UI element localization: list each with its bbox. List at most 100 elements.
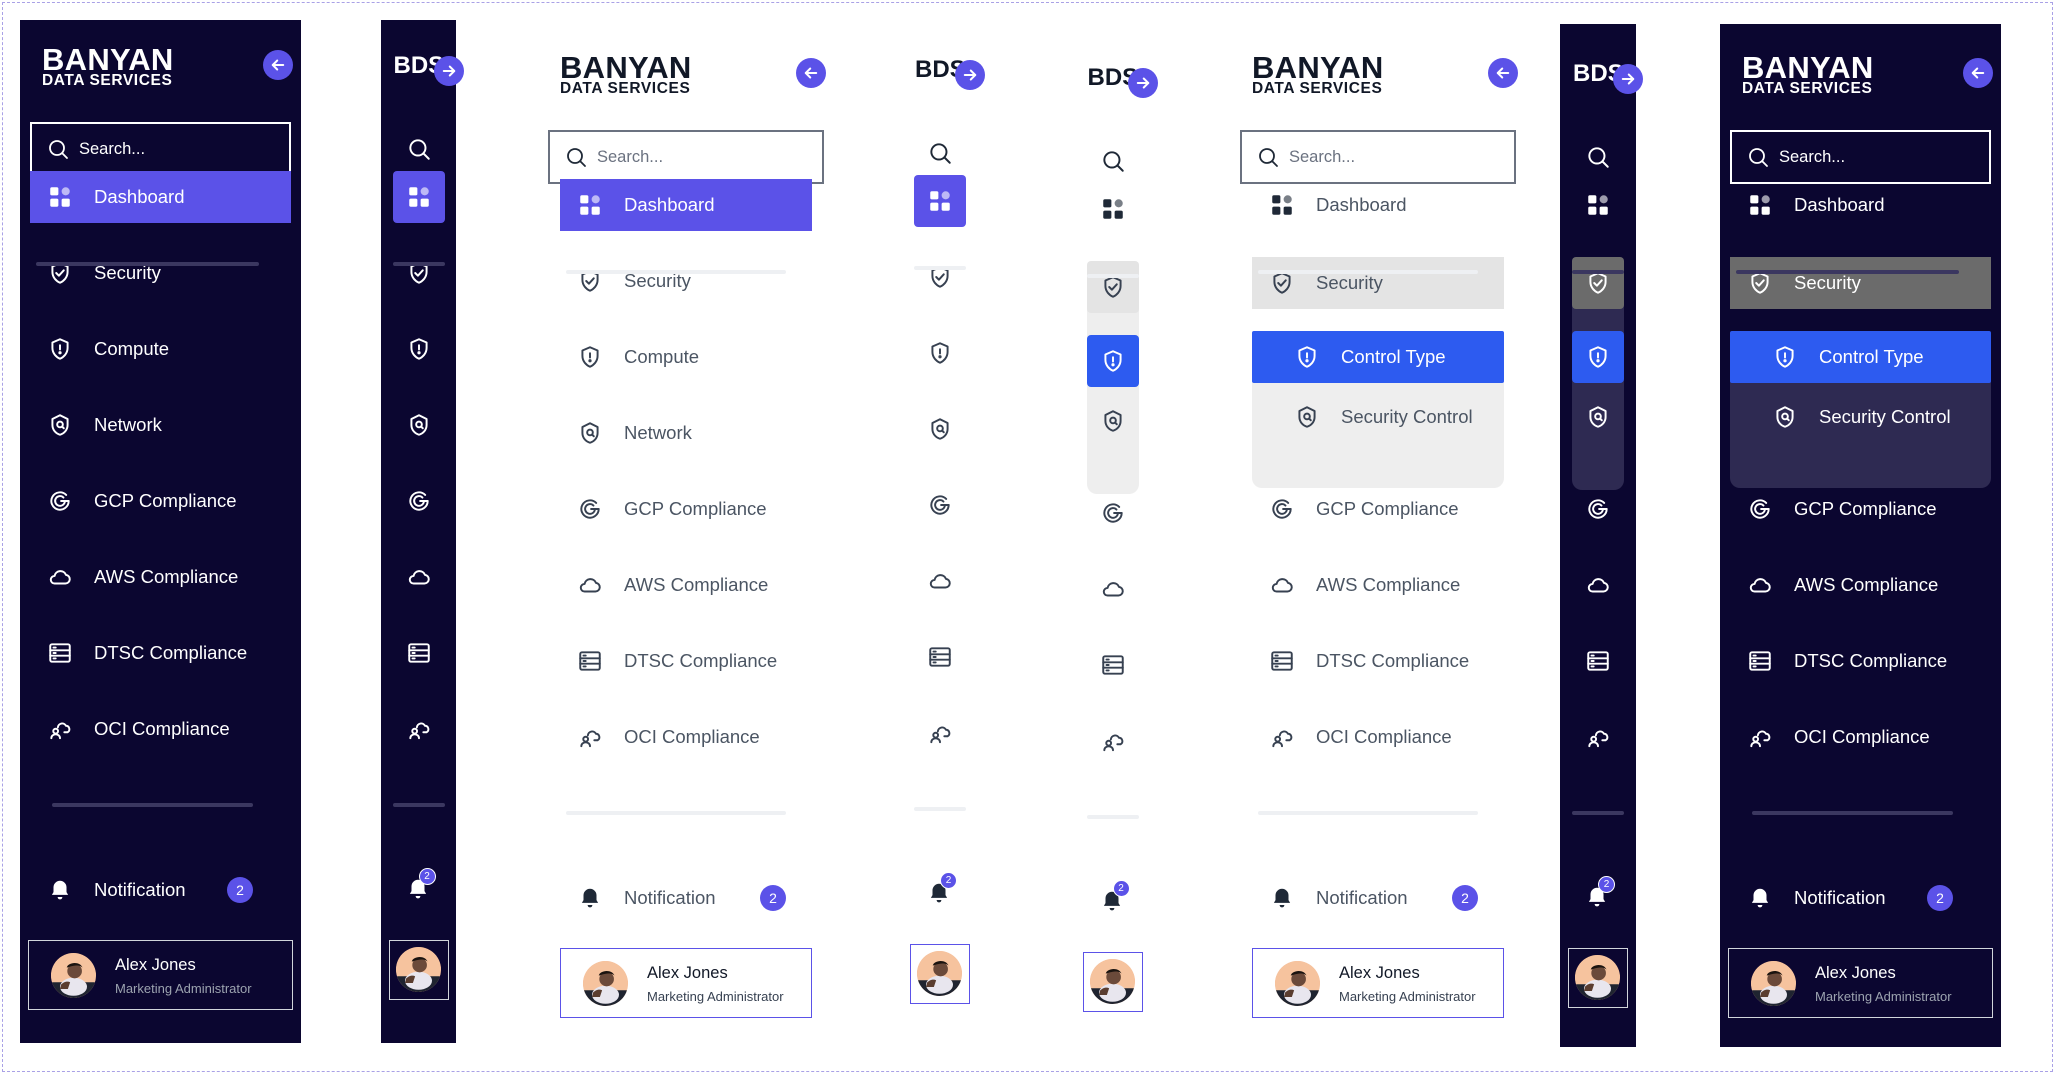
nav-item-oci[interactable]: OCI Compliance <box>1252 711 1504 763</box>
nav-item-network[interactable] <box>393 399 445 451</box>
nav-item-compute[interactable]: Compute <box>560 331 812 383</box>
search-input[interactable]: Search... <box>1730 130 1991 184</box>
notification-item[interactable]: 2 <box>1099 880 1130 916</box>
nav-item-security[interactable]: Security <box>30 247 291 299</box>
nav-item-aws[interactable]: AWS Compliance <box>1252 559 1504 611</box>
nav-item-control-type[interactable]: Control Type <box>1730 331 1991 383</box>
grid-icon <box>1268 191 1296 219</box>
nav-item-dashboard[interactable]: Dashboard <box>1252 179 1504 231</box>
search-input[interactable]: Search... <box>548 130 824 184</box>
user-card[interactable]: Alex Jones Marketing Administrator <box>1728 948 1993 1018</box>
nav-item-control-type[interactable] <box>1086 335 1139 387</box>
nav-item-dtsc[interactable]: DTSC Compliance <box>560 635 812 687</box>
shield-alert-icon <box>1771 343 1799 371</box>
nav-item-dashboard[interactable] <box>392 171 445 223</box>
expand-button[interactable] <box>1613 64 1643 94</box>
nav-item-dtsc[interactable] <box>1572 635 1624 687</box>
collapse-button[interactable] <box>1488 58 1518 88</box>
user-card[interactable] <box>388 940 449 1000</box>
nav-item-dashboard[interactable]: Dashboard <box>560 179 812 231</box>
nav-item-security[interactable]: Security <box>1252 257 1504 309</box>
nav-item-security[interactable]: Security <box>560 255 812 307</box>
expand-button[interactable] <box>433 56 464 86</box>
nav-item-oci[interactable]: OCI Compliance <box>30 703 291 755</box>
notification-item[interactable]: Notification 2 <box>560 872 812 924</box>
expand-button[interactable] <box>1127 68 1158 98</box>
nav-item-gcp[interactable]: GCP Compliance <box>1252 483 1504 535</box>
nav-item-oci[interactable]: OCI Compliance <box>560 711 812 763</box>
nav-item-dashboard[interactable] <box>1572 179 1624 231</box>
nav-item-dashboard[interactable] <box>914 175 966 227</box>
search-icon[interactable] <box>405 135 433 163</box>
brand-subtitle: DATA SERVICES <box>1742 80 1873 97</box>
nav-item-oci[interactable]: OCI Compliance <box>1730 711 1991 763</box>
collapse-button[interactable] <box>796 58 826 88</box>
notification-item[interactable]: 2 <box>405 868 436 904</box>
nav-item-dtsc[interactable] <box>914 631 966 683</box>
notification-item[interactable]: Notification 2 <box>30 864 291 916</box>
nav-item-oci[interactable] <box>914 707 966 759</box>
shield-search-icon <box>576 419 604 447</box>
nav-item-aws[interactable]: AWS Compliance <box>1730 559 1991 611</box>
nav-item-aws[interactable] <box>914 555 966 607</box>
nav-item-security[interactable]: Security <box>1730 257 1991 309</box>
nav-item-network[interactable]: Network <box>560 407 812 459</box>
nav-item-security-control[interactable]: Security Control <box>1730 391 1991 443</box>
user-card[interactable] <box>1568 948 1628 1008</box>
nav-item-oci[interactable] <box>1087 715 1139 767</box>
nav-item-security-control[interactable] <box>1572 391 1624 443</box>
nav-item-gcp[interactable] <box>393 475 445 527</box>
nav-item-aws[interactable]: AWS Compliance <box>30 551 291 603</box>
nav-item-aws[interactable]: AWS Compliance <box>560 559 812 611</box>
notification-item[interactable]: 2 <box>1584 876 1615 912</box>
collapse-button[interactable] <box>1963 58 1993 88</box>
nav-item-network[interactable] <box>914 403 966 455</box>
user-card[interactable] <box>1082 952 1143 1012</box>
nav-item-security[interactable] <box>1086 261 1139 313</box>
nav-item-dtsc[interactable]: DTSC Compliance <box>30 627 291 679</box>
nav-item-aws[interactable] <box>1572 559 1624 611</box>
user-card[interactable]: Alex Jones Marketing Administrator <box>28 940 293 1010</box>
notification-item[interactable]: Notification 2 <box>1730 872 1991 924</box>
nav-item-network[interactable]: Network <box>30 399 291 451</box>
nav-item-control-type[interactable]: Control Type <box>1252 331 1504 383</box>
nav-item-dashboard[interactable] <box>1087 183 1139 235</box>
nav-item-gcp[interactable] <box>1087 487 1139 539</box>
nav-item-aws[interactable] <box>1087 563 1139 615</box>
nav-item-gcp[interactable]: GCP Compliance <box>1730 483 1991 535</box>
search-icon[interactable] <box>926 139 954 167</box>
nav-item-compute[interactable] <box>914 327 966 379</box>
nav-item-dashboard[interactable]: Dashboard <box>1730 179 1991 231</box>
expand-button[interactable] <box>955 60 985 90</box>
nav-item-dtsc[interactable]: DTSC Compliance <box>1730 635 1991 687</box>
search-icon[interactable] <box>1584 143 1612 171</box>
nav-item-control-type[interactable] <box>1572 331 1624 383</box>
nav-item-dashboard[interactable]: Dashboard <box>30 171 291 223</box>
nav-item-compute[interactable]: Compute <box>30 323 291 375</box>
collapse-button[interactable] <box>263 50 293 80</box>
user-card[interactable]: Alex Jones Marketing Administrator <box>1252 948 1504 1018</box>
nav-item-security-control[interactable] <box>1087 395 1139 447</box>
nav-item-dtsc[interactable]: DTSC Compliance <box>1252 635 1504 687</box>
search-icon[interactable] <box>1099 147 1127 175</box>
nav-item-security[interactable] <box>914 251 966 303</box>
user-card[interactable] <box>910 944 970 1004</box>
user-card[interactable]: Alex Jones Marketing Administrator <box>560 948 812 1018</box>
nav-item-security-control[interactable]: Security Control <box>1252 391 1504 443</box>
search-input[interactable]: Search... <box>1240 130 1516 184</box>
nav-item-aws[interactable] <box>393 551 445 603</box>
nav-item-gcp[interactable]: GCP Compliance <box>30 475 291 527</box>
nav-item-gcp[interactable]: GCP Compliance <box>560 483 812 535</box>
nav-item-oci[interactable] <box>1572 711 1624 763</box>
nav-item-dtsc[interactable] <box>393 627 445 679</box>
nav-item-gcp[interactable] <box>1572 483 1624 535</box>
nav-item-security[interactable] <box>393 247 445 299</box>
search-input[interactable]: Search... <box>30 122 291 176</box>
notification-item[interactable]: 2 <box>926 872 957 908</box>
nav-item-oci[interactable] <box>393 703 445 755</box>
nav-item-gcp[interactable] <box>914 479 966 531</box>
nav-item-dtsc[interactable] <box>1087 639 1139 691</box>
nav-item-compute[interactable] <box>393 323 445 375</box>
nav-item-security[interactable] <box>1572 257 1624 309</box>
notification-item[interactable]: Notification 2 <box>1252 872 1504 924</box>
